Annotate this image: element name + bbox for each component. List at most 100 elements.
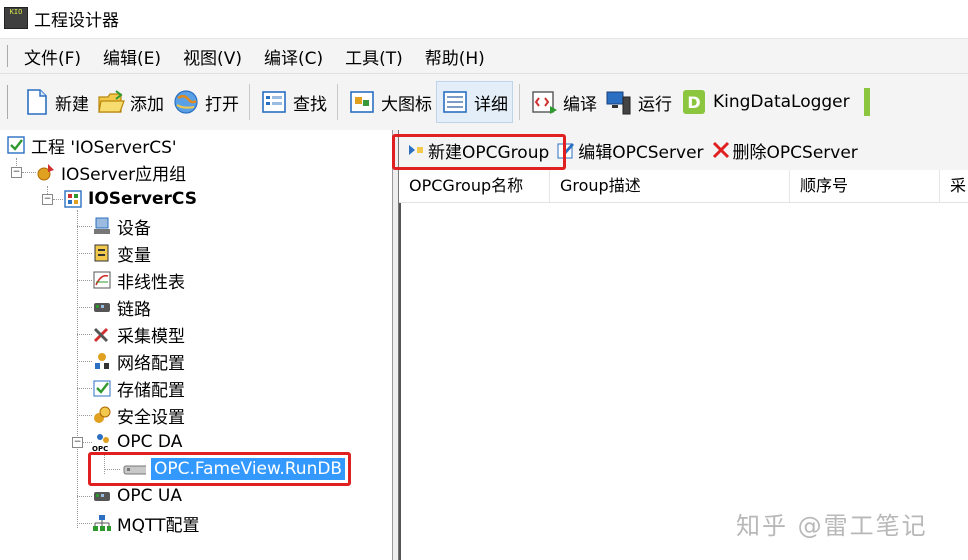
tree-connector	[83, 442, 92, 443]
tree-item-label: 采集模型	[117, 326, 185, 347]
tree-item-link[interactable]: 链路	[92, 294, 151, 320]
watermark: 知乎 @雷工笔记	[736, 512, 928, 540]
menu-compile[interactable]: 编译(C)	[264, 44, 323, 69]
opc-da-icon: OPC	[92, 434, 109, 452]
tree-item-device[interactable]: 设备	[92, 213, 151, 239]
run-button[interactable]: 运行	[601, 82, 676, 122]
column-header-order[interactable]: 顺序号	[790, 170, 940, 202]
link-icon	[94, 303, 110, 312]
menu-edit[interactable]: 编辑(E)	[103, 44, 161, 69]
tree-connector	[77, 226, 92, 227]
open-label: 打开	[205, 94, 239, 115]
tree-group-label: IOServer应用组	[61, 164, 187, 185]
kingdatalogger-button[interactable]: D KingDataLogger	[676, 82, 854, 122]
compile-label: 编译	[563, 94, 597, 115]
main-toolbar: 新建 添加 打开 查找 大图标 详细 编译 运行 D KingDataLogge…	[0, 73, 968, 131]
app-logo-icon: KIO	[4, 7, 28, 29]
find-button[interactable]: 查找	[256, 82, 331, 122]
app-group-icon	[37, 164, 54, 181]
tree-connector	[77, 307, 92, 308]
project-check-icon	[7, 136, 25, 154]
svg-text:OPC: OPC	[92, 445, 108, 452]
tree-item-variable[interactable]: 变量	[92, 240, 151, 266]
collapse-icon[interactable]: −	[72, 437, 83, 448]
project-tree: 工程 'IOServerCS' − IOServer应用组 − IOServer…	[0, 130, 393, 560]
menu-view[interactable]: 视图(V)	[183, 44, 242, 69]
tree-opc-ua[interactable]: OPC UA	[92, 483, 182, 509]
collapse-icon[interactable]: −	[11, 167, 22, 178]
tree-item-label: 非线性表	[117, 272, 185, 293]
menu-bar: 文件(F) 编辑(E) 视图(V) 编译(C) 工具(T) 帮助(H)	[0, 38, 968, 73]
tree-item-nonlinear[interactable]: 非线性表	[92, 267, 185, 293]
compile-code-icon	[532, 91, 557, 114]
tree-item-security[interactable]: 安全设置	[92, 402, 185, 428]
tree-item-label: 链路	[117, 299, 151, 320]
tree-project[interactable]: 工程 'IOServerCS'	[6, 132, 177, 158]
find-label: 查找	[293, 94, 327, 115]
compile-button[interactable]: 编译	[526, 82, 601, 122]
nonlinear-table-icon	[93, 271, 111, 289]
menu-file[interactable]: 文件(F)	[24, 44, 81, 69]
tree-connector	[22, 172, 36, 173]
tree-item-label: 安全设置	[117, 407, 185, 428]
run-computer-icon	[606, 91, 631, 115]
edit-opc-server-button[interactable]: 编辑OPCServer	[557, 138, 704, 163]
device-icon	[94, 217, 110, 234]
network-icon	[95, 353, 109, 369]
new-file-icon	[27, 89, 47, 115]
tree-item-label: 设备	[117, 218, 151, 239]
new-label: 新建	[55, 94, 89, 115]
tree-server[interactable]: IOServerCS	[63, 186, 197, 212]
tree-item-collection-model[interactable]: 采集模型	[92, 321, 185, 347]
tree-connector	[77, 334, 92, 335]
delete-x-icon	[712, 141, 729, 159]
highlight-box	[88, 452, 351, 486]
variable-icon	[94, 244, 109, 262]
tree-opc-da-label: OPC DA	[117, 432, 183, 452]
tree-item-network-config[interactable]: 网络配置	[92, 348, 185, 374]
window-title: 工程设计器	[34, 10, 119, 31]
collapse-icon[interactable]: −	[42, 194, 53, 205]
security-key-icon	[94, 406, 111, 423]
opc-ua-icon	[94, 492, 110, 501]
column-header-group-name[interactable]: OPCGroup名称	[399, 170, 550, 202]
toolbar-grip	[7, 85, 10, 119]
tree-opc-ua-label: OPC UA	[117, 486, 182, 506]
tree-connector	[53, 199, 63, 200]
delete-opc-server-label: 删除OPCServer	[732, 142, 858, 163]
tree-item-label: 网络配置	[117, 353, 185, 374]
large-icons-button[interactable]: 大图标	[344, 82, 436, 122]
menu-help[interactable]: 帮助(H)	[425, 44, 485, 69]
menu-tools[interactable]: 工具(T)	[345, 44, 403, 69]
add-folder-icon	[98, 90, 125, 113]
toolbar-separator	[519, 84, 520, 120]
add-button[interactable]: 添加	[93, 82, 168, 122]
server-icon	[64, 190, 82, 208]
kingdatalogger-label: KingDataLogger	[713, 92, 850, 112]
tree-item-label: 变量	[117, 245, 151, 266]
tree-project-label: 工程 'IOServerCS'	[31, 137, 177, 158]
tree-item-storage-config[interactable]: 存储配置	[92, 375, 185, 401]
tree-mqtt[interactable]: MQTT配置	[92, 510, 200, 536]
tree-connector	[77, 253, 92, 254]
column-header-collect[interactable]: 采	[940, 170, 968, 202]
storage-check-icon	[93, 380, 111, 397]
large-icons-label: 大图标	[381, 94, 432, 115]
delete-opc-server-button[interactable]: 删除OPCServer	[712, 138, 858, 163]
open-button[interactable]: 打开	[168, 82, 243, 122]
toolbar-separator	[249, 84, 250, 120]
tree-group[interactable]: IOServer应用组	[36, 159, 186, 185]
tree-connector	[77, 361, 92, 362]
toolbar-overflow-icon	[863, 88, 870, 116]
opc-group-panel: 新建OPCGroup 编辑OPCServer 删除OPCServer OPCGr…	[392, 130, 968, 560]
new-button[interactable]: 新建	[18, 82, 93, 122]
tree-server-label: IOServerCS	[88, 189, 197, 209]
tree-connector	[77, 210, 78, 528]
tree-connector	[77, 280, 92, 281]
large-icons-icon	[350, 91, 374, 113]
details-button[interactable]: 详细	[436, 81, 513, 123]
column-header-group-desc[interactable]: Group描述	[550, 170, 790, 202]
tree-connector	[77, 415, 92, 416]
tree-item-label: 存储配置	[117, 380, 185, 401]
tree-connector	[77, 523, 92, 524]
